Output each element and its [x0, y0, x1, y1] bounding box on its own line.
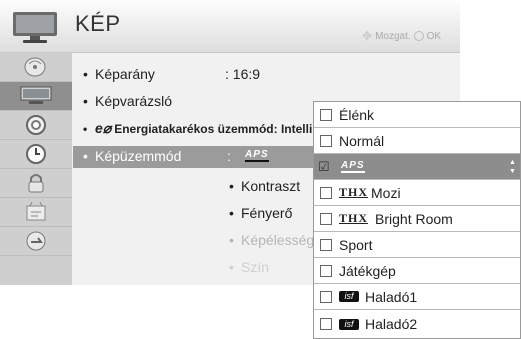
option-standard[interactable]: Normál: [314, 128, 520, 154]
sharpness-label: Képélesség: [241, 232, 315, 248]
menu-header: KÉP ✥ Mozgat. OK: [0, 0, 460, 53]
checkbox-icon: [320, 212, 332, 225]
picture-tv-icon: [20, 86, 52, 104]
sidebar-item-extra: [0, 256, 72, 285]
option-game[interactable]: Játékgép: [314, 258, 520, 284]
ok-button-icon: [413, 31, 424, 41]
aps-logo-icon: APS: [341, 160, 365, 173]
isf-logo-icon: isf: [339, 291, 359, 302]
picture-mode-dropdown[interactable]: Élénk Normál ☑ APS ▲ ▼ THX Mozi THX Brigh…: [313, 101, 521, 339]
picture-wizard-label: Képvarázsló: [95, 93, 173, 109]
option-label: Haladó2: [365, 316, 418, 332]
page-title: KÉP: [75, 11, 121, 36]
picture-mode-separator: :: [227, 148, 231, 164]
navigation-hint: ✥ Mozgat. OK: [362, 29, 441, 43]
option-thx-bright-room[interactable]: THX Bright Room: [314, 206, 520, 232]
option-label: Mozi: [371, 184, 401, 201]
menu-item-aspect-ratio[interactable]: • Képarány : 16:9: [83, 66, 323, 82]
lock-icon: [28, 174, 44, 193]
aps-logo-icon: APS: [245, 149, 269, 162]
option-vivid[interactable]: Élénk: [314, 102, 520, 128]
tv-icon: [13, 12, 57, 43]
speaker-icon: [26, 115, 46, 135]
sidebar-item-audio[interactable]: [0, 111, 72, 140]
thx-logo-icon: THX: [339, 211, 369, 225]
brightness-label: Fényerő: [241, 205, 293, 221]
option-aps[interactable]: ☑ APS ▲ ▼: [314, 154, 520, 180]
option-expert2[interactable]: isf Haladó2: [314, 310, 520, 338]
energy-saving-label: Energiatakarékos üzemmód: Intelli: [114, 122, 313, 136]
category-sidebar: [0, 53, 72, 285]
sidebar-item-picture[interactable]: [0, 82, 72, 111]
isf-logo-icon: isf: [339, 318, 359, 330]
option-label: Játékgép: [339, 262, 396, 279]
menu-item-color: • Szín: [229, 259, 270, 275]
clock-icon: [26, 144, 46, 164]
thx-logo-icon: THX: [339, 185, 369, 199]
checkbox-icon: [320, 264, 332, 277]
contrast-label: Kontraszt: [241, 178, 301, 194]
menu-item-brightness[interactable]: • Fényerő: [229, 205, 292, 221]
option-label: Élénk: [339, 106, 375, 123]
checkbox-icon: [320, 186, 332, 199]
sidebar-item-setup[interactable]: [0, 53, 72, 82]
eco-icon: e⌀: [95, 120, 112, 136]
menu-item-picture-wizard[interactable]: • Képvarázsló: [83, 93, 172, 109]
move-hint-label: Mozgat.: [375, 30, 411, 42]
option-sport[interactable]: Sport: [314, 232, 520, 258]
menu-item-contrast[interactable]: • Kontraszt: [229, 178, 300, 194]
option-label: Haladó1: [365, 288, 418, 305]
option-label: Normál: [339, 132, 385, 149]
option-thx-cinema[interactable]: THX Mozi: [314, 180, 520, 206]
sidebar-item-input[interactable]: [0, 227, 72, 256]
aspect-ratio-value: : 16:9: [225, 66, 261, 82]
picture-mode-label: Képüzemmód: [95, 148, 182, 164]
ok-hint-label: OK: [426, 30, 442, 42]
sidebar-item-time[interactable]: [0, 140, 72, 169]
menu-item-sharpness: • Képélesség: [229, 232, 315, 248]
checkbox-icon: [320, 238, 332, 251]
checkbox-icon: [320, 108, 332, 121]
sidebar-item-lock[interactable]: [0, 169, 72, 198]
move-arrows-icon: ✥: [362, 29, 373, 43]
options-box-icon: [26, 201, 46, 221]
input-connection-icon: [26, 231, 46, 251]
sidebar-item-options[interactable]: [0, 198, 72, 227]
scroll-arrows-icon[interactable]: ▲ ▼: [509, 158, 516, 176]
option-expert1[interactable]: isf Haladó1: [314, 284, 520, 310]
menu-item-picture-mode[interactable]: • Képüzemmód : APS: [73, 146, 329, 168]
checkbox-icon: [320, 134, 332, 147]
aspect-ratio-label: Képarány: [95, 66, 155, 82]
checkbox-icon: [320, 318, 332, 330]
checkmark-icon: ☑: [318, 158, 330, 174]
checkbox-icon: [320, 290, 332, 303]
satellite-dish-icon: [24, 57, 46, 77]
color-label: Szín: [241, 259, 270, 275]
option-label: Sport: [339, 236, 373, 253]
menu-item-energy-saving[interactable]: • e⌀ Energiatakarékos üzemmód: Intelli: [83, 120, 315, 137]
option-label: Bright Room: [375, 210, 453, 227]
